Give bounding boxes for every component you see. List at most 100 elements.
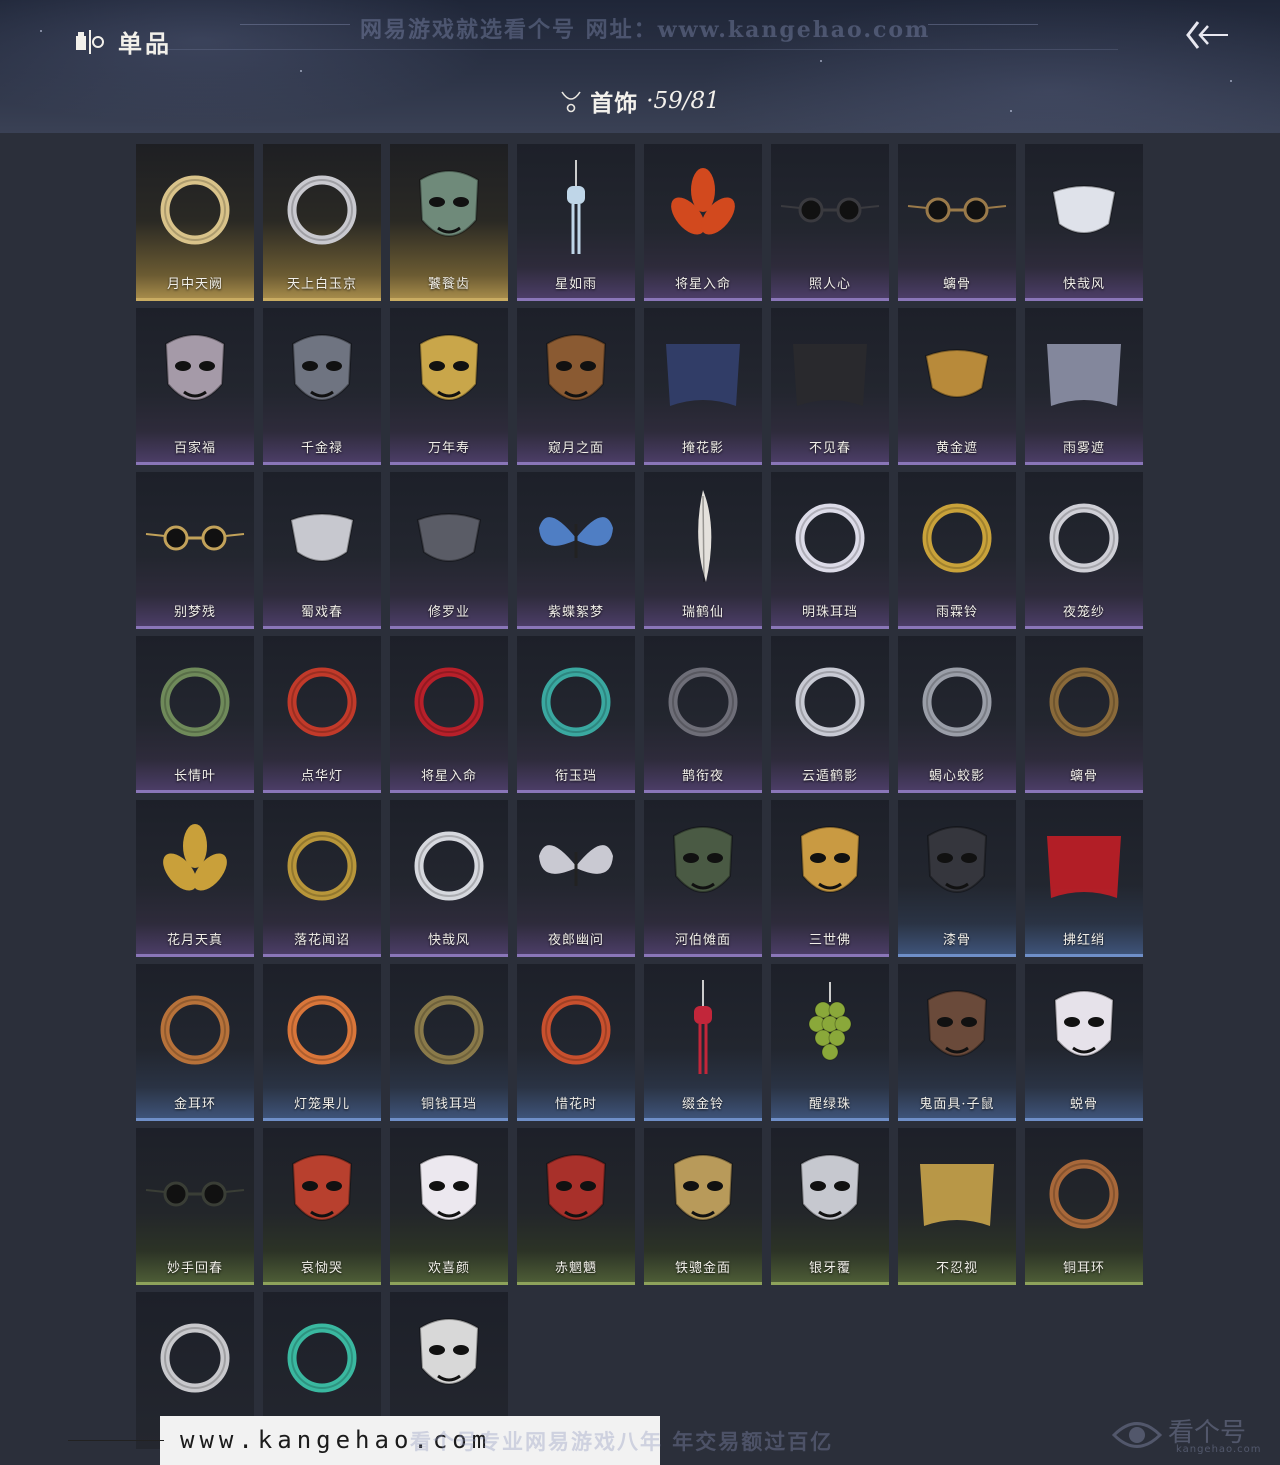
item-name: 点华灯 (300, 769, 343, 784)
item-card[interactable]: 缀金铃 (644, 964, 762, 1121)
item-card[interactable]: 螭骨 (1025, 636, 1143, 793)
item-name: 夜郎幽问 (547, 933, 604, 948)
item-card[interactable]: 雨雾遮 (1025, 308, 1143, 465)
item-card[interactable]: 铜钱耳珰 (390, 964, 508, 1121)
item-name: 三世佛 (808, 933, 851, 948)
item-card[interactable]: 灯笼果儿 (263, 964, 381, 1121)
item-card[interactable]: 云遁鹤影 (771, 636, 889, 793)
item-card[interactable]: 将星入命 (644, 144, 762, 301)
red-demon-mask-icon (545, 1154, 607, 1221)
item-card[interactable]: 欢喜颜 (390, 1128, 508, 1285)
item-name: 赤魍魉 (554, 1261, 597, 1276)
jade-vase-earring-icon (287, 1323, 357, 1393)
footer-divider (68, 1440, 164, 1441)
silver-drop-earring-icon (287, 175, 357, 245)
item-card[interactable]: 窥月之面 (517, 308, 635, 465)
item-card[interactable]: 衔玉珰 (517, 636, 635, 793)
item-card[interactable]: 银牙覆 (771, 1128, 889, 1285)
item-name: 饕餮齿 (427, 277, 470, 292)
item-card[interactable]: 星如雨 (517, 144, 635, 301)
item-card[interactable]: 将星入命 (390, 636, 508, 793)
item-card[interactable]: 惜花时 (517, 964, 635, 1121)
item-name: 妙手回春 (166, 1261, 223, 1276)
antler-nuo-mask-icon (672, 826, 734, 893)
item-card[interactable]: 蜕骨 (1025, 964, 1143, 1121)
three-faced-gold-mask-icon (799, 826, 861, 893)
item-card[interactable]: 夜郎幽问 (517, 800, 635, 957)
item-card[interactable]: 铜耳环 (1025, 1128, 1143, 1285)
item-name: 雨霖铃 (935, 605, 978, 620)
item-name: 落花闻诏 (293, 933, 350, 948)
corner-logo: 看个号 kangehao.com (1110, 1408, 1270, 1462)
item-card[interactable]: 别梦残 (136, 472, 254, 629)
item-card[interactable]: 雨霖铃 (898, 472, 1016, 629)
item-card[interactable]: 花月天真 (136, 800, 254, 957)
silver-feather-earring-icon (795, 667, 865, 737)
item-card[interactable]: 饕餮齿 (390, 144, 508, 301)
item-card[interactable]: 百家福 (136, 308, 254, 465)
item-card[interactable]: 明珠耳珰 (771, 472, 889, 629)
item-card[interactable]: 照人心 (771, 144, 889, 301)
item-card[interactable]: 河伯傩面 (644, 800, 762, 957)
item-card[interactable]: 夜笼纱 (1025, 472, 1143, 629)
silver-ring-icon (160, 1323, 230, 1393)
item-card[interactable]: 铁骢金面 (644, 1128, 762, 1285)
green-grapes-icon (808, 982, 852, 1061)
necklace-icon (561, 91, 581, 113)
silver-butterfly-icon (539, 845, 613, 886)
item-card[interactable]: 天上白玉京 (263, 144, 381, 301)
item-card[interactable]: 长情叶 (136, 636, 254, 793)
red-lantern-earring-icon (287, 667, 357, 737)
item-card[interactable]: 点华灯 (263, 636, 381, 793)
item-card[interactable]: 鹊衔夜 (644, 636, 762, 793)
item-grid: 月中天阙 天上白玉京 饕餮齿 星如雨 将星入命 照人心 螭骨 快哉风 百家福 千金禄 万年寿 窥月之面… (136, 144, 1146, 1449)
item-card[interactable]: 三世佛 (771, 800, 889, 957)
item-card[interactable]: 瑞鹤仙 (644, 472, 762, 629)
gray-rat-mask-icon (291, 334, 353, 401)
item-name: 快哉风 (1062, 277, 1105, 292)
back-arrow-icon[interactable] (1184, 18, 1230, 52)
item-card[interactable]: 快哉风 (1025, 144, 1143, 301)
category-label: 首饰 (590, 90, 639, 117)
gold-full-face-mask-icon (672, 1154, 734, 1221)
item-card[interactable]: 快哉风 (390, 800, 508, 957)
item-card[interactable]: 落花闻诏 (263, 800, 381, 957)
item-card[interactable]: 妙手回春 (136, 1128, 254, 1285)
item-card[interactable]: 漆骨 (898, 800, 1016, 957)
item-card[interactable]: 紫蝶絮梦 (517, 472, 635, 629)
item-card[interactable]: 黄金遮 (898, 308, 1016, 465)
item-card[interactable]: 不忍视 (898, 1128, 1016, 1285)
category-header: 首饰 ·59/81 (0, 84, 1280, 118)
item-card[interactable]: 月中天阙 (136, 144, 254, 301)
item-card[interactable]: 蝎心蛟影 (898, 636, 1016, 793)
item-card[interactable]: 修罗业 (390, 472, 508, 629)
jade-hoop-earring-icon (541, 667, 611, 737)
item-name: 螭骨 (1069, 769, 1098, 784)
item-card[interactable]: 螭骨 (898, 144, 1016, 301)
item-card[interactable]: 醒绿珠 (771, 964, 889, 1121)
item-card[interactable]: 赤魍魉 (517, 1128, 635, 1285)
item-card[interactable]: 金耳环 (136, 964, 254, 1121)
item-name: 拂红绡 (1062, 933, 1105, 948)
taotie-mask-icon (418, 170, 480, 237)
item-name: 不见春 (808, 441, 851, 456)
item-card[interactable]: 拂红绡 (1025, 800, 1143, 957)
item-card[interactable]: 千金禄 (263, 308, 381, 465)
rat-demon-mask-icon (926, 990, 988, 1057)
item-card[interactable]: 哀恸哭 (263, 1128, 381, 1285)
item-name: 花月天真 (166, 933, 223, 948)
item-card[interactable]: 鬼面具·子鼠 (898, 964, 1016, 1121)
item-card[interactable]: 蜀戏春 (263, 472, 381, 629)
item-name: 衔玉珰 (554, 769, 597, 784)
item-name: 缀金铃 (681, 1097, 724, 1112)
white-sword-earring-icon (414, 831, 484, 901)
item-name: 天上白玉京 (286, 277, 357, 292)
pearl-earring-icon (795, 503, 865, 573)
item-name: 千金禄 (300, 441, 343, 456)
item-card[interactable]: 不见春 (771, 308, 889, 465)
red-crying-mask-icon (291, 1154, 353, 1221)
item-name: 瑞鹤仙 (681, 605, 724, 620)
item-card[interactable]: 掩花影 (644, 308, 762, 465)
item-name: 夜笼纱 (1062, 605, 1105, 620)
item-card[interactable]: 万年寿 (390, 308, 508, 465)
